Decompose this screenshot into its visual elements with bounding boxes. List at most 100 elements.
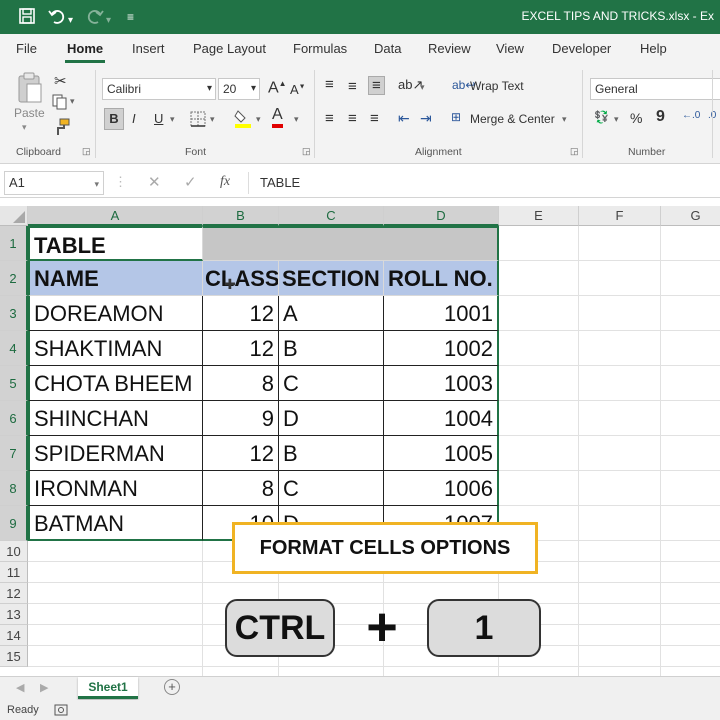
table-cell-class[interactable]: 8 (203, 366, 279, 401)
table-cell-class[interactable]: 12 (203, 331, 279, 366)
clipboard-launcher-icon[interactable]: ◲ (82, 146, 91, 157)
copy-dropdown-icon[interactable]: ▾ (70, 96, 75, 107)
merge-center-button[interactable]: Merge & Center (470, 112, 555, 126)
increase-font-size-icon[interactable]: A▲ (268, 79, 287, 97)
header-cell-section[interactable]: SECTION (279, 261, 384, 296)
borders-icon[interactable] (190, 111, 206, 130)
merge-dropdown-icon[interactable]: ▾ (562, 114, 567, 125)
customize-qat-icon[interactable]: ≡ (127, 7, 134, 27)
accounting-dropdown-icon[interactable]: ▾ (614, 114, 619, 125)
align-middle-icon[interactable]: ≡ (348, 78, 357, 95)
tab-developer[interactable]: Developer (552, 41, 611, 56)
column-header-f[interactable]: F (579, 206, 661, 226)
row-header[interactable]: 8 (0, 471, 28, 506)
table-cell-roll[interactable]: 1002 (384, 331, 499, 366)
paste-icon[interactable] (16, 72, 44, 106)
tab-view[interactable]: View (496, 41, 524, 56)
column-header-b[interactable]: B (203, 206, 279, 226)
cut-icon[interactable]: ✂ (54, 72, 67, 90)
table-cell-name[interactable]: DOREAMON (28, 296, 203, 331)
undo-icon[interactable] (48, 7, 66, 31)
row-header[interactable]: 5 (0, 366, 28, 401)
font-name-select[interactable]: Calibri ▾ (102, 78, 216, 100)
table-cell-section[interactable]: B (279, 436, 384, 471)
table-cell-roll[interactable]: 1004 (384, 401, 499, 436)
table-cell-roll[interactable]: 1006 (384, 471, 499, 506)
comma-style-button[interactable]: 9 (656, 108, 665, 126)
sheet-tab-sheet1[interactable]: Sheet1 (78, 677, 138, 699)
table-cell-name[interactable]: CHOTA BHEEM (28, 366, 203, 401)
row-header[interactable]: 14 (0, 625, 28, 646)
tab-help[interactable]: Help (640, 41, 667, 56)
scroll-left-icon[interactable]: ◀ (16, 681, 24, 694)
orientation-dropdown-icon[interactable]: ▾ (420, 82, 425, 93)
font-launcher-icon[interactable]: ◲ (302, 146, 311, 157)
tab-data[interactable]: Data (374, 41, 401, 56)
column-header-a[interactable]: A (28, 206, 203, 226)
cell-b1-d1[interactable] (203, 226, 499, 261)
column-header-g[interactable]: G (661, 206, 720, 226)
alignment-launcher-icon[interactable]: ◲ (570, 146, 579, 157)
align-center-icon[interactable]: ≡ (348, 110, 357, 127)
row-header[interactable]: 2 (0, 261, 28, 296)
decrease-font-size-icon[interactable]: A▼ (290, 82, 306, 97)
font-color-icon[interactable]: A (272, 106, 283, 128)
tab-review[interactable]: Review (428, 41, 471, 56)
align-bottom-icon[interactable]: ≡ (368, 76, 385, 95)
row-header[interactable]: 10 (0, 541, 28, 562)
table-cell-roll[interactable]: 1003 (384, 366, 499, 401)
table-cell-name[interactable]: SHAKTIMAN (28, 331, 203, 366)
header-cell-name[interactable]: NAME (28, 261, 203, 296)
borders-dropdown-icon[interactable]: ▾ (210, 114, 215, 125)
tab-page-layout[interactable]: Page Layout (193, 41, 266, 56)
table-cell-section[interactable]: C (279, 366, 384, 401)
redo-dropdown-icon[interactable]: ▾ (106, 11, 111, 31)
merge-center-icon[interactable]: ⊞ (451, 110, 461, 124)
cell-a1[interactable]: TABLE (28, 226, 203, 261)
italic-button[interactable]: I (132, 111, 136, 126)
table-cell-name[interactable]: SHINCHAN (28, 401, 203, 436)
align-left-icon[interactable]: ≡ (325, 110, 334, 127)
header-cell-roll-no[interactable]: ROLL NO. (384, 261, 499, 296)
underline-button[interactable]: U (154, 111, 163, 126)
row-header[interactable]: 13 (0, 604, 28, 625)
table-cell-section[interactable]: A (279, 296, 384, 331)
table-cell-section[interactable]: D (279, 401, 384, 436)
add-sheet-icon[interactable]: + (164, 679, 180, 695)
number-format-select[interactable]: General (590, 78, 720, 100)
save-icon[interactable] (18, 7, 36, 31)
row-header[interactable]: 11 (0, 562, 28, 583)
table-cell-class[interactable]: 12 (203, 296, 279, 331)
accessibility-icon[interactable] (54, 703, 68, 719)
table-cell-roll[interactable]: 1005 (384, 436, 499, 471)
undo-dropdown-icon[interactable]: ▾ (68, 11, 73, 31)
row-header[interactable]: 1 (0, 226, 28, 261)
enter-icon[interactable]: ✓ (184, 173, 197, 191)
font-color-dropdown-icon[interactable]: ▾ (294, 114, 299, 125)
align-right-icon[interactable]: ≡ (370, 110, 379, 127)
wrap-text-button[interactable]: Wrap Text (470, 79, 524, 93)
fill-color-dropdown-icon[interactable]: ▾ (256, 114, 261, 125)
column-header-e[interactable]: E (499, 206, 579, 226)
percent-style-button[interactable]: % (630, 110, 642, 126)
table-cell-name[interactable]: IRONMAN (28, 471, 203, 506)
row-header[interactable]: 3 (0, 296, 28, 331)
tab-file[interactable]: File (16, 41, 37, 56)
table-cell-class[interactable]: 8 (203, 471, 279, 506)
formula-input[interactable]: TABLE (260, 175, 300, 190)
paste-label[interactable]: Paste (14, 106, 45, 120)
row-header[interactable]: 7 (0, 436, 28, 471)
increase-decimal-icon[interactable]: ←.0 (682, 110, 700, 121)
column-header-d[interactable]: D (384, 206, 499, 226)
bold-button[interactable]: B (104, 108, 124, 130)
column-header-c[interactable]: C (279, 206, 384, 226)
paste-dropdown-icon[interactable]: ▾ (22, 122, 27, 133)
row-header[interactable]: 9 (0, 506, 28, 541)
row-header[interactable]: 12 (0, 583, 28, 604)
insert-function-icon[interactable]: fx (220, 174, 230, 190)
align-top-icon[interactable]: ≡ (325, 76, 334, 93)
decrease-indent-icon[interactable]: ⇤ (398, 110, 410, 127)
format-painter-icon[interactable] (52, 118, 70, 139)
table-cell-roll[interactable]: 1001 (384, 296, 499, 331)
tab-home[interactable]: Home (64, 41, 106, 63)
